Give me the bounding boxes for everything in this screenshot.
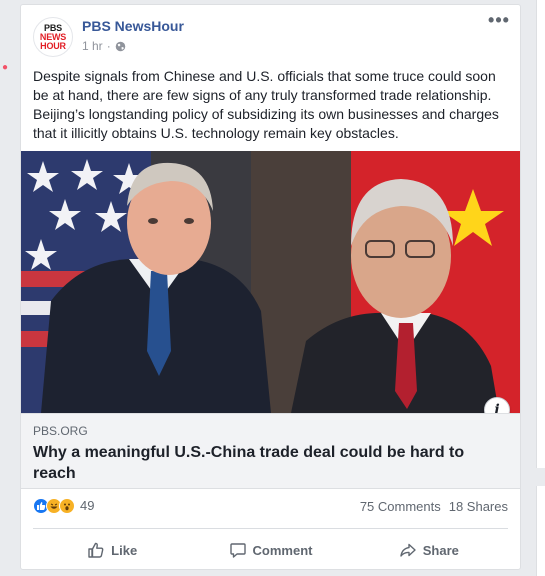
comments-count-link[interactable]: 75 Comments (360, 499, 441, 514)
engagement-counts: 75 Comments 18 Shares (360, 499, 508, 514)
share-icon (400, 543, 416, 557)
post-header: PBS NEWS HOUR PBS NewsHour 1 hr · ••• (33, 11, 510, 61)
news-feed-post: PBS NEWS HOUR PBS NewsHour 1 hr · ••• De… (20, 4, 521, 570)
reaction-summary[interactable]: 49 (33, 498, 94, 514)
like-button[interactable]: Like (33, 535, 191, 565)
link-preview[interactable]: PBS.ORG Why a meaningful U.S.-China trad… (21, 413, 520, 489)
notification-dot-icon: ● (2, 62, 9, 73)
like-label: Like (111, 542, 138, 558)
post-message: Despite signals from Chinese and U.S. of… (33, 68, 499, 141)
right-edge-panel (530, 0, 545, 576)
link-headline[interactable]: Why a meaningful U.S.-China trade deal c… (33, 442, 493, 484)
right-sidebar-card (536, 486, 545, 576)
avatar[interactable]: PBS NEWS HOUR (33, 17, 73, 57)
link-domain: PBS.ORG (33, 424, 88, 438)
meta-separator: · (106, 39, 111, 53)
post-timestamp[interactable]: 1 hr (82, 39, 103, 53)
avatar-line: HOUR (40, 40, 66, 51)
divider (33, 528, 508, 529)
thumbs-up-icon (88, 542, 104, 558)
post-meta: 1 hr · (82, 39, 126, 53)
share-label: Share (422, 542, 459, 558)
page-name-link[interactable]: PBS NewsHour (82, 18, 184, 34)
globe-icon[interactable] (115, 41, 126, 52)
comment-button[interactable]: Comment (191, 535, 349, 565)
wow-icon (59, 498, 75, 514)
share-button[interactable]: Share (350, 535, 508, 565)
post-actions: Like Comment Share (33, 535, 508, 565)
reaction-count: 49 (80, 498, 95, 513)
post-photo[interactable] (21, 151, 520, 413)
right-sidebar-card (536, 0, 545, 468)
photo-illustration (21, 151, 520, 413)
more-options-button[interactable]: ••• (488, 11, 510, 31)
shares-count-link[interactable]: 18 Shares (449, 499, 508, 514)
post-stats: 49 75 Comments 18 Shares (33, 498, 508, 518)
left-edge-panel: ● (0, 0, 18, 576)
comment-label: Comment (252, 542, 313, 558)
comment-icon (229, 543, 246, 558)
